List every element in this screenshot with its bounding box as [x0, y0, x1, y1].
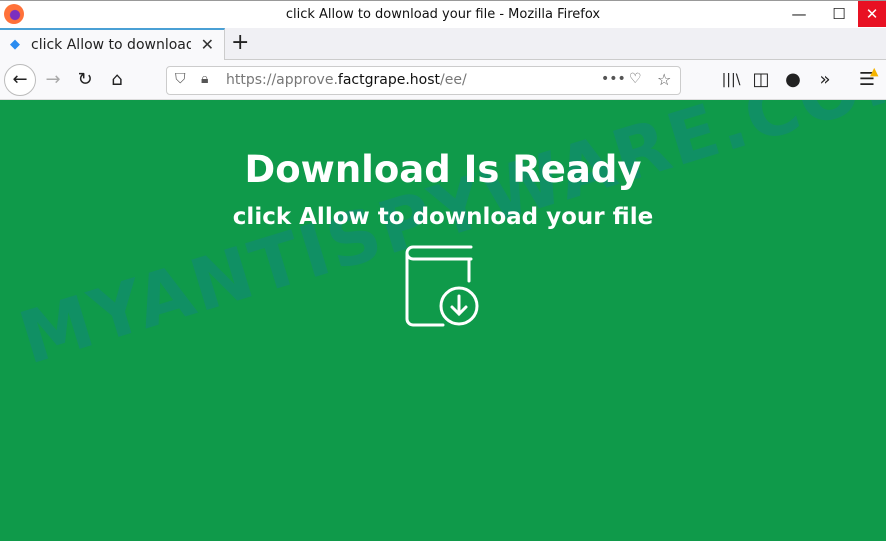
tab-close-button[interactable]: ✕ [201, 35, 214, 54]
page-actions-icon[interactable]: ••• [601, 71, 626, 87]
minimize-button[interactable]: — [784, 1, 814, 27]
close-window-button[interactable]: ✕ [858, 1, 886, 27]
home-button[interactable]: ⌂ [102, 66, 132, 94]
tab-favicon-icon: ◆ [10, 37, 20, 52]
page-content: MYANTISPYWARE.COM Download Is Ready clic… [0, 100, 886, 541]
new-tab-button[interactable]: + [231, 30, 249, 55]
warning-icon: ▲ [870, 65, 879, 78]
reload-button[interactable]: ↻ [70, 66, 100, 94]
window-title: click Allow to download your file - Mozi… [285, 7, 601, 22]
overflow-icon[interactable]: » [810, 66, 840, 94]
tab-active[interactable]: ◆ click Allow to download your file ✕ [0, 28, 225, 60]
url-text[interactable]: https://approve.factgrape.host/ee/ [226, 72, 467, 88]
maximize-button[interactable]: ☐ [824, 1, 854, 27]
title-bar: click Allow to download your file - Mozi… [0, 0, 886, 28]
back-button[interactable]: ← [4, 64, 36, 96]
account-icon[interactable]: ● [778, 66, 808, 94]
sidebar-icon[interactable]: ◫ [746, 66, 776, 94]
pocket-icon[interactable]: ♡ [629, 71, 642, 87]
tab-label: click Allow to download your file [31, 37, 191, 53]
nav-bar: ← → ↻ ⌂ ⛉ 🔒︎ https://approve.factgrape.h… [0, 60, 886, 100]
library-icon[interactable]: |||\ [716, 66, 746, 94]
tab-bar: ◆ click Allow to download your file ✕ + [0, 28, 886, 60]
url-bar[interactable]: ⛉ 🔒︎ https://approve.factgrape.host/ee/ … [166, 66, 681, 95]
download-book-icon [405, 245, 479, 327]
watermark: MYANTISPYWARE.COM [10, 100, 886, 381]
lock-icon[interactable]: 🔒︎ [201, 71, 208, 87]
page-heading: Download Is Ready [244, 148, 642, 191]
shield-icon[interactable]: ⛉ [175, 71, 186, 87]
bookmark-star-icon[interactable]: ☆ [657, 70, 671, 89]
page-subheading: click Allow to download your file [232, 204, 654, 230]
forward-button[interactable]: → [38, 66, 68, 94]
